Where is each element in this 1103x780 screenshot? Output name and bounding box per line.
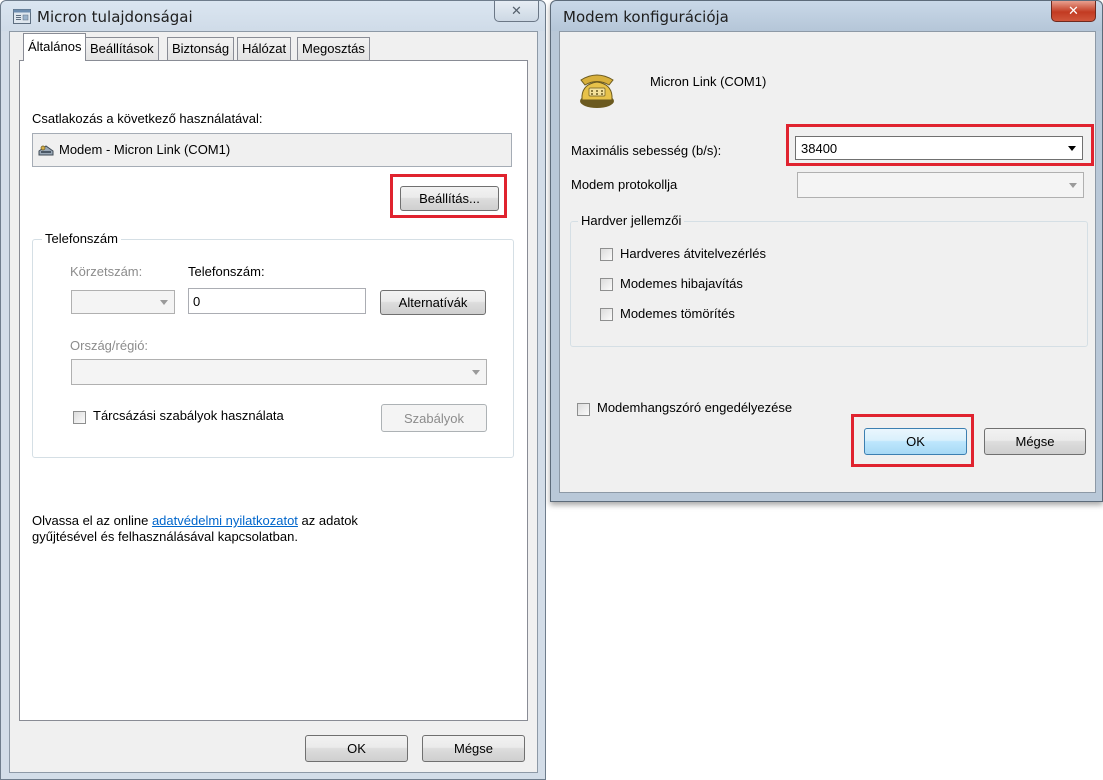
device-name: Modem - Micron Link (COM1) [59,142,231,157]
cancel-button[interactable]: Mégse [422,735,525,762]
tab-sharing-label: Megosztás [302,41,365,56]
rules-button[interactable]: Szabályok [381,404,487,432]
hardware-group-label: Hardver jellemzői [578,213,685,228]
phone-label: Telefonszám: [188,264,265,279]
rules-button-label: Szabályok [404,410,464,426]
max-speed-value: 38400 [801,140,838,156]
hw-flow-control-checkbox[interactable] [600,248,613,261]
compression-checkbox[interactable] [600,308,613,321]
modem-config-window: Modem konfigurációja ✕ Micron Link (COM1… [550,0,1103,502]
modem-config-title: Modem konfigurációja [563,8,729,26]
modem-cancel-button-label: Mégse [1015,434,1055,449]
close-button[interactable]: ✕ [494,1,539,22]
telephone-icon [577,70,617,113]
modem-config-titlebar[interactable]: Modem konfigurációja ✕ [551,1,1102,31]
protocol-label: Modem protokollja [571,177,678,192]
network-connection-icon [13,9,31,24]
tab-general-label: Általános [28,39,82,54]
speaker-checkbox[interactable] [577,403,590,416]
speaker-label: Modemhangszóró engedélyezése [597,400,793,415]
close-icon: ✕ [1068,3,1079,19]
connect-using-label: Csatlakozás a következő használatával: [32,111,263,126]
privacy-statement: Olvassa el az online adatvédelmi nyilatk… [32,513,502,545]
configure-button[interactable]: Beállítás... [400,186,499,211]
configure-button-label: Beállítás... [419,191,480,206]
area-code-label: Körzetszám: [70,264,143,279]
modem-name: Micron Link (COM1) [650,74,767,89]
phone-number-input[interactable]: 0 [188,288,366,314]
alternatives-button-label: Alternatívák [398,295,468,310]
ok-button[interactable]: OK [305,735,408,762]
chevron-down-icon [472,370,480,375]
general-tab-panel: Csatlakozás a következő használatával: M… [19,60,528,721]
ok-button-label: OK [347,741,366,756]
tab-network[interactable]: Hálózat [237,37,292,60]
modem-ok-button[interactable]: OK [864,428,967,455]
privacy-text-line2: gyűjtésével és felhasználásával kapcsola… [32,529,298,544]
country-region-label: Ország/régió: [70,338,149,353]
modem-cancel-button[interactable]: Mégse [984,428,1086,455]
protocol-select[interactable] [797,172,1084,198]
properties-title: Micron tulajdonságai [37,8,193,26]
max-speed-label: Maximális sebesség (b/s): [571,143,722,158]
tab-network-label: Hálózat [242,41,287,56]
device-box: Modem - Micron Link (COM1) [32,133,512,167]
tab-settings-label: Beállítások [90,41,154,56]
tab-security[interactable]: Biztonság [167,37,235,60]
chevron-down-icon [1069,183,1077,188]
country-region-combo[interactable] [71,359,487,385]
chevron-down-icon [1068,146,1076,151]
modem-config-client-area: Micron Link (COM1) Maximális sebesség (b… [559,31,1096,493]
close-button[interactable]: ✕ [1051,1,1096,22]
compression-label: Modemes tömörítés [620,306,735,321]
close-icon: ✕ [511,3,522,19]
tab-settings[interactable]: Beállítások [85,37,159,60]
error-correction-label: Modemes hibajavítás [620,276,743,291]
properties-titlebar[interactable]: Micron tulajdonságai ✕ [1,1,545,31]
privacy-text-before: Olvassa el az online [32,513,152,528]
privacy-link[interactable]: adatvédelmi nyilatkozatot [152,513,298,528]
tab-security-label: Biztonság [172,41,230,56]
tab-sharing[interactable]: Megosztás [297,37,370,60]
hw-flow-control-label: Hardveres átvitelvezérlés [620,246,766,261]
dialing-rules-label: Tárcsázási szabályok használata [93,408,284,423]
modem-ok-button-label: OK [906,434,925,449]
privacy-text-after: az adatok [297,513,358,528]
properties-window: Micron tulajdonságai ✕ Általános Beállít… [0,0,546,780]
dialing-rules-checkbox[interactable] [73,411,86,424]
modem-icon [37,142,55,161]
chevron-down-icon [160,300,168,305]
error-correction-checkbox[interactable] [600,278,613,291]
cancel-button-label: Mégse [453,741,494,756]
area-code-combo[interactable] [71,290,175,314]
phone-number-group-label: Telefonszám [42,231,121,246]
alternatives-button[interactable]: Alternatívák [380,290,486,315]
max-speed-select[interactable]: 38400 [795,136,1083,160]
tab-general[interactable]: Általános [23,33,87,61]
phone-number-value: 0 [193,293,201,309]
